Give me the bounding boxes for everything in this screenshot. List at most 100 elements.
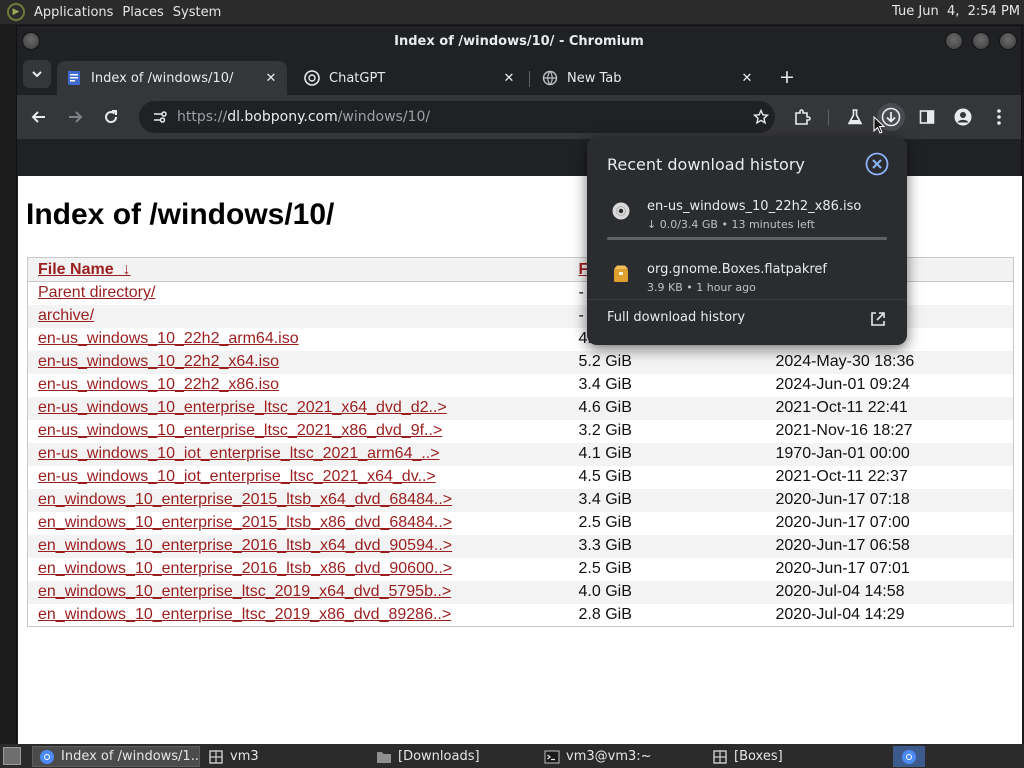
browser-menu-button[interactable]: [985, 103, 1013, 131]
table-row: en-us_windows_10_22h2_x86.iso 3.4 GiB 2024…: [28, 374, 1014, 397]
file-link[interactable]: en-us_windows_10_22h2_arm64.iso: [38, 330, 299, 347]
cell-file-name: en-us_windows_10_iot_enterprise_ltsc_202…: [27, 442, 569, 466]
column-file-name[interactable]: File Name ↓: [27, 257, 569, 282]
file-link[interactable]: en_windows_10_enterprise_2016_ltsb_x64_d…: [38, 537, 452, 554]
boxes-icon: [712, 749, 728, 765]
tab-title: New Tab: [567, 70, 622, 86]
open-external-icon[interactable]: [869, 310, 887, 328]
cell-file-size: 3.4 GiB: [578, 376, 632, 393]
cell-file-size: 4.6 GiB: [568, 396, 766, 420]
close-circle-icon[interactable]: [865, 152, 889, 176]
download-file-name: org.gnome.Boxes.flatpakref: [647, 262, 827, 277]
file-link[interactable]: en_windows_10_enterprise_2015_ltsb_x64_d…: [38, 491, 452, 508]
browser-window: Index of /windows/10/ - Chromium Index o…: [16, 25, 1022, 744]
table-row: en-us_windows_10_enterprise_ltsc_2021_x8…: [28, 420, 1014, 443]
file-link[interactable]: en-us_windows_10_enterprise_ltsc_2021_x6…: [38, 399, 447, 416]
close-window-button[interactable]: [999, 32, 1017, 50]
minimize-button[interactable]: [945, 32, 963, 50]
cell-date: 2020-Jul-04 14:29: [775, 605, 905, 623]
file-link[interactable]: en-us_windows_10_iot_enterprise_ltsc_202…: [38, 468, 436, 485]
taskbar-item-downloads[interactable]: [Downloads]: [370, 746, 536, 767]
reload-icon: [105, 110, 118, 124]
menu-applications[interactable]: Applications: [34, 5, 113, 20]
forward-button[interactable]: [61, 103, 89, 131]
cell-date: 2021-Nov-16 18:27: [775, 422, 913, 439]
menu-system[interactable]: System: [173, 5, 221, 20]
page-icon: [66, 70, 82, 86]
file-link[interactable]: en_windows_10_enterprise_2016_ltsb_x86_d…: [38, 560, 452, 577]
page-title: Index of /windows/10/: [26, 198, 335, 231]
file-link[interactable]: en-us_windows_10_22h2_x86.iso: [38, 376, 279, 393]
download-item[interactable]: org.gnome.Boxes.flatpakref 3.9 KB • 1 ho…: [587, 254, 907, 304]
bookmark-star-icon[interactable]: [747, 103, 775, 131]
cell-file-size: 3.2 GiB: [578, 422, 632, 439]
window-titlebar[interactable]: Index of /windows/10/ - Chromium: [17, 26, 1021, 57]
cell-file-size: 3.4 GiB: [568, 488, 766, 512]
labs-button[interactable]: [841, 103, 869, 131]
taskbar-item-boxes[interactable]: [Boxes]: [706, 746, 872, 767]
file-link[interactable]: Parent directory/: [38, 284, 155, 301]
file-link[interactable]: en-us_windows_10_iot_enterprise_ltsc_202…: [38, 445, 440, 462]
table-row: en_windows_10_enterprise_ltsc_2019_x64_d…: [27, 580, 1014, 604]
taskbar-item-chromium[interactable]: Index of /windows/1...: [32, 746, 200, 767]
tab-separator: [529, 71, 530, 87]
back-button[interactable]: [25, 103, 53, 131]
cell-file-size: 3.3 GiB: [568, 534, 766, 558]
folder-icon: [376, 749, 392, 765]
cell-date: 2020-Jun-17 07:18: [765, 488, 1014, 512]
table-row: en_windows_10_enterprise_2015_ltsb_x64_d…: [27, 488, 1014, 512]
url-text[interactable]: https://dl.bobpony.com/windows/10/: [177, 109, 430, 125]
cell-date: 2021-Oct-11 22:37: [775, 468, 908, 485]
cell-file-name: en_windows_10_enterprise_ltsc_2019_x64_d…: [27, 580, 569, 604]
download-status: ↓ 0.0/3.4 GB • 13 minutes left: [647, 218, 815, 231]
file-link[interactable]: en_windows_10_enterprise_ltsc_2019_x86_d…: [38, 606, 451, 623]
address-bar[interactable]: https://dl.bobpony.com/windows/10/: [139, 101, 775, 133]
close-tab-icon[interactable]: ✕: [737, 71, 757, 86]
workspace-switcher[interactable]: [893, 746, 925, 767]
file-link[interactable]: en_windows_10_enterprise_2015_ltsb_x86_d…: [38, 514, 452, 531]
cell-file-name: en_windows_10_enterprise_2015_ltsb_x86_d…: [28, 512, 569, 535]
maximize-button[interactable]: [972, 32, 990, 50]
new-tab-button[interactable]: +: [775, 65, 799, 89]
download-item[interactable]: en-us_windows_10_22h2_x86.iso ↓ 0.0/3.4 …: [587, 191, 907, 241]
table-row: en_windows_10_enterprise_2016_ltsb_x64_d…: [27, 534, 1014, 558]
full-download-history-row[interactable]: Full download history: [587, 299, 907, 345]
close-tab-icon[interactable]: ✕: [499, 71, 519, 86]
site-info-icon[interactable]: [145, 109, 175, 125]
window-menu-button[interactable]: [22, 32, 40, 50]
extensions-button[interactable]: [788, 103, 816, 131]
profile-button[interactable]: [949, 103, 977, 131]
taskbar-item-vm3[interactable]: vm3: [202, 746, 368, 767]
show-desktop-icon[interactable]: [3, 747, 21, 765]
menu-places[interactable]: Places: [122, 5, 163, 20]
url-path: /windows/10/: [337, 109, 431, 125]
cell-date: 2020-Jun-17 07:01: [775, 560, 910, 577]
full-download-history-link[interactable]: Full download history: [607, 310, 745, 325]
tab-new-tab[interactable]: New Tab ✕: [533, 61, 763, 95]
chromium-icon: [39, 749, 55, 765]
sort-by-name-link[interactable]: File Name ↓: [38, 261, 130, 278]
table-row: en-us_windows_10_iot_enterprise_ltsc_202…: [27, 442, 1014, 466]
distro-logo-icon[interactable]: ▶: [7, 3, 25, 21]
table-row: en_windows_10_enterprise_2015_ltsb_x86_d…: [28, 512, 1014, 535]
cell-file-name: en_windows_10_enterprise_2016_ltsb_x86_d…: [28, 558, 569, 581]
boxes-icon: [208, 749, 224, 765]
clock[interactable]: Tue Jun 4, 2:54 PM: [892, 4, 1020, 19]
file-link[interactable]: archive/: [38, 307, 94, 324]
cell-file-size: 4.5 GiB: [578, 468, 632, 485]
file-link[interactable]: en_windows_10_enterprise_ltsc_2019_x64_d…: [38, 583, 451, 600]
tab-chatgpt[interactable]: ChatGPT ✕: [295, 61, 525, 95]
plus-icon: +: [779, 66, 795, 88]
file-link[interactable]: en-us_windows_10_enterprise_ltsc_2021_x8…: [38, 422, 442, 439]
taskbar-item-terminal[interactable]: vm3@vm3:~: [538, 746, 704, 767]
download-bubble: Recent download history en-us_windows_10…: [587, 137, 907, 345]
side-panel-button[interactable]: [913, 103, 941, 131]
tab-index[interactable]: Index of /windows/10/ ✕: [57, 61, 287, 95]
reload-button[interactable]: [97, 103, 125, 131]
chatgpt-icon: [304, 70, 320, 86]
tab-strip: Index of /windows/10/ ✕ ChatGPT ✕ New Ta…: [17, 57, 1021, 95]
close-tab-icon[interactable]: ✕: [261, 71, 281, 86]
file-link[interactable]: en-us_windows_10_22h2_x64.iso: [38, 353, 279, 370]
terminal-icon: [544, 749, 560, 765]
tab-search-button[interactable]: [23, 60, 51, 88]
